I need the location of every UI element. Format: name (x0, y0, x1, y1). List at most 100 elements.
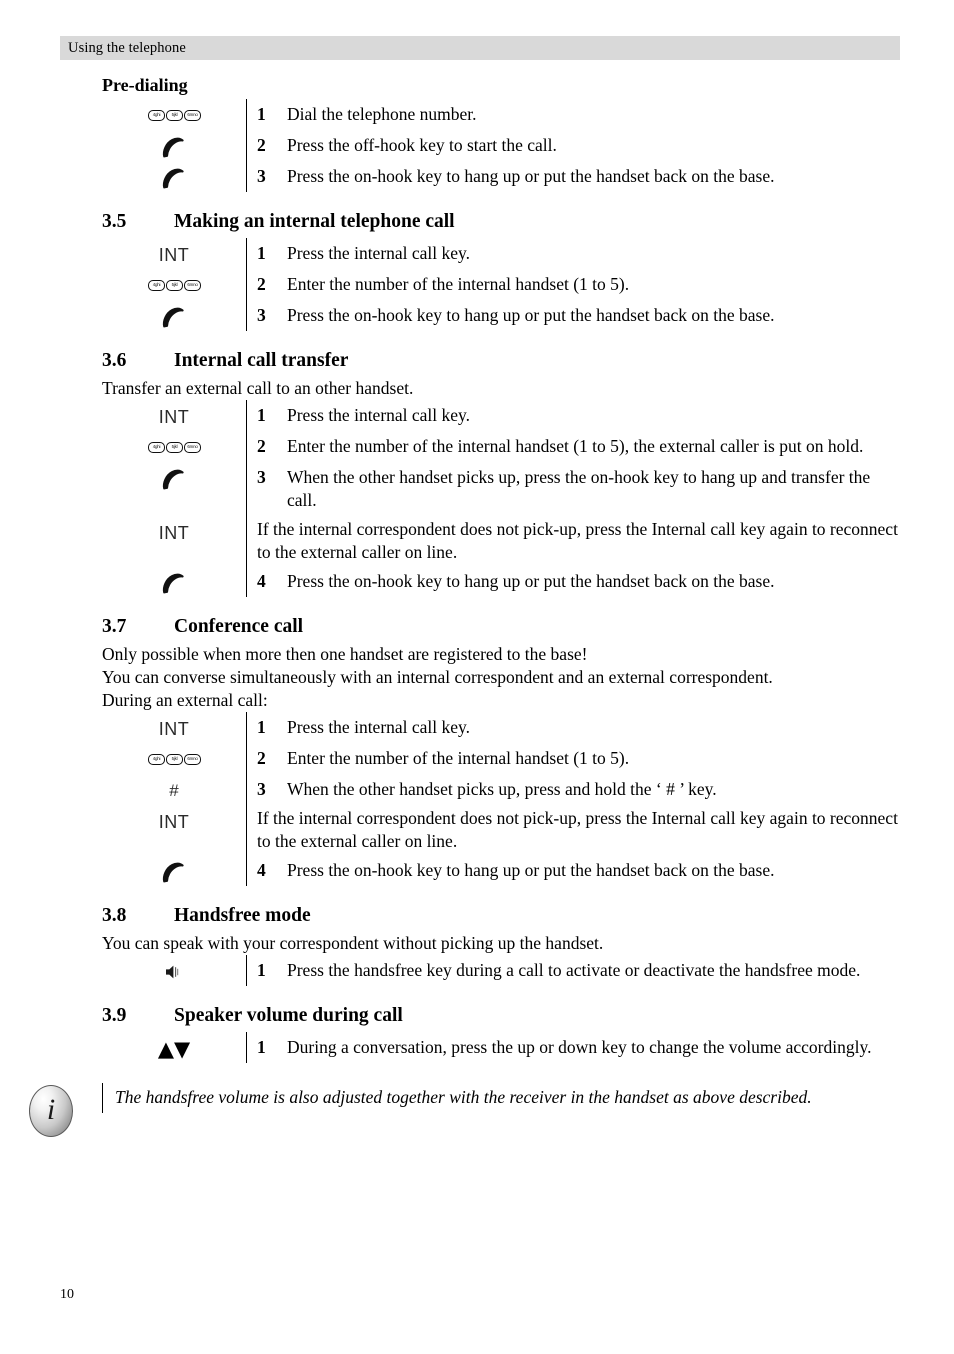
section-intro-paragraph: You can speak with your correspondent wi… (102, 933, 604, 953)
section-title: Making an internal telephone call (174, 211, 455, 232)
step-row: 4ghi 5jkl 6mno 1 Dial the telephone number. (102, 99, 902, 130)
keypad-key-label: 4ghi (152, 444, 160, 449)
step-row: #3 When the other handset picks up, press… (102, 774, 902, 805)
hash-key-icon: # (169, 780, 179, 800)
step-row: 1 Press the handsfree key during a call t… (102, 955, 902, 986)
step-icon[interactable]: 4ghi 5jkl 6mno (102, 269, 246, 297)
step-icon[interactable] (102, 955, 246, 983)
step-text: Enter the number of the internal handset… (287, 436, 864, 456)
step-text: Enter the number of the internal handset… (287, 748, 630, 768)
step-text: When the other handset picks up, press a… (287, 779, 717, 799)
step-body-cell: 2 Enter the number of the internal handse… (246, 269, 902, 300)
step-body-cell: 1 Press the handsfree key during a call t… (246, 955, 902, 986)
off-hook-handset-icon (161, 136, 187, 158)
keypad-key-label: 6mno (186, 444, 198, 449)
keypad-key-label: 4ghi (152, 112, 160, 117)
keypad-keys-icon: 4ghi 5jkl 6mno (147, 110, 201, 121)
section-title: Speaker volume during call (174, 1005, 403, 1026)
section-heading-internal-call-transfer: 3.6 Internal call transfer (102, 349, 902, 373)
section-heading-handsfree-mode: 3.8 Handsfree mode (102, 904, 902, 928)
step-text: During a conversation, press the up or d… (287, 1037, 872, 1057)
step-number: 3 (257, 467, 266, 487)
step-text: Press the off-hook key to start the call… (287, 135, 557, 155)
step-item: 2 Enter the number of the internal handse… (247, 431, 902, 462)
steps-list-internal-call-transfer: INT 1 Press the internal call key. 4ghi 5jkl… (102, 400, 902, 597)
section-heading-conference-call: 3.7 Conference call (102, 615, 902, 639)
step-icon[interactable]: 4ghi 5jkl 6mno (102, 431, 246, 459)
step-icon[interactable]: INT (102, 516, 246, 544)
step-item: 2 Enter the number of the internal handse… (247, 743, 902, 774)
step-icon[interactable] (102, 161, 246, 189)
step-item: 1 Press the internal call key. (247, 712, 902, 743)
step-body-cell: 2 Enter the number of the internal handse… (246, 431, 902, 462)
step-icon[interactable]: 4ghi 5jkl 6mno (102, 743, 246, 771)
keypad-key-2: 5jkl (165, 280, 183, 291)
step-body-cell: 1 During a conversation, press the up or … (246, 1032, 902, 1063)
step-icon-cell: 4ghi 5jkl 6mno (102, 269, 247, 300)
section-number: 3.7 (102, 616, 127, 637)
keypad-key-2: 5jkl (165, 110, 183, 121)
step-icon-cell: INT (102, 712, 247, 743)
running-header-title: Using the telephone (68, 40, 186, 56)
steps-list-handsfree-mode: 1 Press the handsfree key during a call t… (102, 955, 902, 986)
step-icon[interactable]: # (102, 774, 246, 802)
step-note-text: If the internal correspondent does not p… (257, 808, 898, 851)
step-body-cell: 3 Press the on-hook key to hang up or put… (246, 161, 902, 192)
keypad-keys-icon: 4ghi 5jkl 6mno (147, 442, 201, 453)
keypad-key-label: 6mno (186, 282, 198, 287)
info-note-text: The handsfree volume is also adjusted to… (102, 1083, 815, 1113)
step-icon[interactable] (102, 462, 246, 490)
step-text: Press the handsfree key during a call to… (287, 960, 861, 980)
step-number: 3 (257, 779, 266, 799)
step-row: 4ghi 5jkl 6mno 2 Enter the number of the int… (102, 743, 902, 774)
step-row: INT If the internal correspondent does no… (102, 805, 902, 855)
step-icon[interactable]: INT (102, 400, 246, 428)
step-icon[interactable]: INT (102, 238, 246, 266)
step-item: 3 When the other handset picks up, press … (247, 462, 902, 516)
step-body-cell: 1 Press the internal call key. (246, 238, 902, 269)
step-item: 4 Press the on-hook key to hang up or put… (247, 855, 902, 886)
page-number: 10 (60, 1287, 74, 1302)
step-text: Press the internal call key. (287, 243, 471, 263)
step-body-cell: 4 Press the on-hook key to hang up or put… (246, 855, 902, 886)
step-number: 4 (257, 860, 266, 880)
step-row: 4ghi 5jkl 6mno 2 Enter the number of the int… (102, 431, 902, 462)
section-number: 3.6 (102, 350, 127, 371)
step-text: Enter the number of the internal handset… (287, 274, 630, 294)
step-icon[interactable]: 4ghi 5jkl 6mno (102, 99, 246, 127)
step-icon[interactable]: INT (102, 805, 246, 833)
step-row: INT 1 Press the internal call key. (102, 400, 902, 431)
step-number: 1 (257, 405, 266, 425)
step-body-cell: 1 Dial the telephone number. (246, 99, 902, 130)
step-note-text: If the internal correspondent does not p… (257, 519, 898, 562)
step-number: 2 (257, 436, 266, 456)
step-body-cell: 1 Press the internal call key. (246, 400, 902, 431)
keypad-keys-icon: 4ghi 5jkl 6mno (147, 280, 201, 291)
step-item: 1 During a conversation, press the up or … (247, 1032, 902, 1063)
step-row: 3 Press the on-hook key to hang up or put… (102, 300, 902, 331)
step-number: 1 (257, 1037, 266, 1057)
section-number: 3.8 (102, 905, 127, 926)
step-item: 3 Press the on-hook key to hang up or put… (247, 300, 902, 331)
handsfree-speaker-icon (165, 964, 183, 980)
step-icon[interactable] (102, 300, 246, 328)
step-icon-cell: INT (102, 400, 247, 431)
step-text: Press the on-hook key to hang up or put … (287, 860, 775, 880)
step-icon-cell: 4ghi 5jkl 6mno (102, 431, 247, 462)
keypad-key-3: 6mno (183, 442, 201, 453)
step-icon[interactable] (102, 855, 246, 883)
step-icon[interactable]: INT (102, 712, 246, 740)
step-number: 2 (257, 135, 266, 155)
step-body-cell: 2 Enter the number of the internal handse… (246, 743, 902, 774)
step-icon[interactable]: ▲▼ (102, 1032, 246, 1060)
step-icon[interactable] (102, 566, 246, 594)
keypad-key-3: 6mno (183, 110, 201, 121)
step-row: INT If the internal correspondent does no… (102, 516, 902, 566)
step-body-cell: If the internal correspondent does not p… (246, 516, 902, 566)
keypad-key-label: 4ghi (152, 756, 160, 761)
step-icon-cell (102, 300, 247, 331)
step-icon-cell: INT (102, 805, 247, 855)
section-heading-speaker-volume-during-call: 3.9 Speaker volume during call (102, 1004, 902, 1028)
step-item: 2 Press the off-hook key to start the cal… (247, 130, 902, 161)
step-icon[interactable] (102, 130, 246, 158)
